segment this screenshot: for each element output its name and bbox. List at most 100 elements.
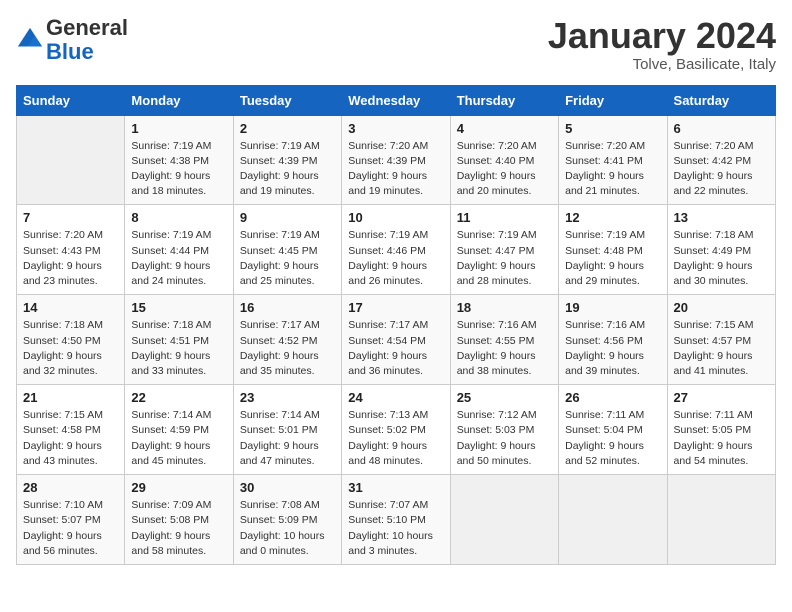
day-number: 8 (131, 210, 226, 225)
calendar-cell: 25 Sunrise: 7:12 AMSunset: 5:03 PMDayligh… (450, 385, 558, 475)
logo: General Blue (16, 16, 128, 64)
header: General Blue January 2024 Tolve, Basilic… (16, 16, 776, 73)
calendar-cell: 30 Sunrise: 7:08 AMSunset: 5:09 PMDayligh… (233, 475, 341, 565)
day-number: 31 (348, 480, 443, 495)
day-number: 16 (240, 300, 335, 315)
day-number: 13 (674, 210, 769, 225)
day-info: Sunrise: 7:07 AMSunset: 5:10 PMDaylight:… (348, 498, 443, 559)
calendar-cell: 16 Sunrise: 7:17 AMSunset: 4:52 PMDayligh… (233, 295, 341, 385)
month-title: January 2024 (548, 16, 776, 56)
day-info: Sunrise: 7:20 AMSunset: 4:40 PMDaylight:… (457, 139, 552, 200)
logo-blue-text: Blue (46, 39, 94, 64)
weekday-header-monday: Monday (125, 85, 233, 115)
calendar-cell: 13 Sunrise: 7:18 AMSunset: 4:49 PMDayligh… (667, 205, 775, 295)
calendar-cell: 17 Sunrise: 7:17 AMSunset: 4:54 PMDayligh… (342, 295, 450, 385)
weekday-header-row: SundayMondayTuesdayWednesdayThursdayFrid… (17, 85, 776, 115)
calendar-cell: 24Sunrise: 7:13 AMSunset: 5:02 PMDayligh… (342, 385, 450, 475)
day-info: Sunrise: 7:08 AMSunset: 5:09 PMDaylight:… (240, 498, 335, 559)
day-info: Sunrise: 7:14 AMSunset: 4:59 PMDaylight:… (131, 408, 226, 469)
calendar-cell (17, 115, 125, 205)
day-info: Sunrise: 7:11 AMSunset: 5:04 PMDaylight:… (565, 408, 660, 469)
day-number: 18 (457, 300, 552, 315)
day-info: Sunrise: 7:12 AMSunset: 5:03 PMDaylight:… (457, 408, 552, 469)
day-info: Sunrise: 7:18 AMSunset: 4:51 PMDaylight:… (131, 318, 226, 379)
day-info: Sunrise: 7:15 AMSunset: 4:57 PMDaylight:… (674, 318, 769, 379)
calendar-cell: 12Sunrise: 7:19 AMSunset: 4:48 PMDayligh… (559, 205, 667, 295)
calendar-cell: 2Sunrise: 7:19 AMSunset: 4:39 PMDaylight… (233, 115, 341, 205)
day-info: Sunrise: 7:18 AMSunset: 4:50 PMDaylight:… (23, 318, 118, 379)
day-number: 10 (348, 210, 443, 225)
day-info: Sunrise: 7:11 AMSunset: 5:05 PMDaylight:… (674, 408, 769, 469)
calendar-cell: 27 Sunrise: 7:11 AMSunset: 5:05 PMDayligh… (667, 385, 775, 475)
calendar-cell: 28 Sunrise: 7:10 AMSunset: 5:07 PMDayligh… (17, 475, 125, 565)
day-info: Sunrise: 7:18 AMSunset: 4:49 PMDaylight:… (674, 228, 769, 289)
day-info: Sunrise: 7:17 AMSunset: 4:52 PMDaylight:… (240, 318, 335, 379)
day-info: Sunrise: 7:20 AMSunset: 4:39 PMDaylight:… (348, 139, 443, 200)
day-number: 19 (565, 300, 660, 315)
day-info: Sunrise: 7:20 AMSunset: 4:42 PMDaylight:… (674, 139, 769, 200)
day-number: 11 (457, 210, 552, 225)
day-info: Sunrise: 7:14 AMSunset: 5:01 PMDaylight:… (240, 408, 335, 469)
calendar-cell (559, 475, 667, 565)
day-info: Sunrise: 7:16 AMSunset: 4:55 PMDaylight:… (457, 318, 552, 379)
weekday-header-wednesday: Wednesday (342, 85, 450, 115)
calendar-cell: 22 Sunrise: 7:14 AMSunset: 4:59 PMDayligh… (125, 385, 233, 475)
logo-general-text: General (46, 15, 128, 40)
day-number: 20 (674, 300, 769, 315)
weekday-header-sunday: Sunday (17, 85, 125, 115)
day-info: Sunrise: 7:15 AMSunset: 4:58 PMDaylight:… (23, 408, 118, 469)
calendar-cell: 18 Sunrise: 7:16 AMSunset: 4:55 PMDayligh… (450, 295, 558, 385)
day-number: 30 (240, 480, 335, 495)
day-info: Sunrise: 7:19 AMSunset: 4:46 PMDaylight:… (348, 228, 443, 289)
day-info: Sunrise: 7:17 AMSunset: 4:54 PMDaylight:… (348, 318, 443, 379)
weekday-header-thursday: Thursday (450, 85, 558, 115)
day-number: 6 (674, 121, 769, 136)
title-area: January 2024 Tolve, Basilicate, Italy (548, 16, 776, 73)
calendar-cell: 9 Sunrise: 7:19 AMSunset: 4:45 PMDaylight… (233, 205, 341, 295)
calendar-cell: 15 Sunrise: 7:18 AMSunset: 4:51 PMDayligh… (125, 295, 233, 385)
day-number: 25 (457, 390, 552, 405)
day-number: 22 (131, 390, 226, 405)
calendar-cell: 20 Sunrise: 7:15 AMSunset: 4:57 PMDayligh… (667, 295, 775, 385)
logo-icon (16, 26, 44, 54)
calendar-cell: 19Sunrise: 7:16 AMSunset: 4:56 PMDayligh… (559, 295, 667, 385)
day-number: 27 (674, 390, 769, 405)
day-number: 9 (240, 210, 335, 225)
day-info: Sunrise: 7:10 AMSunset: 5:07 PMDaylight:… (23, 498, 118, 559)
calendar-table: SundayMondayTuesdayWednesdayThursdayFrid… (16, 85, 776, 565)
calendar-cell: 6 Sunrise: 7:20 AMSunset: 4:42 PMDaylight… (667, 115, 775, 205)
day-number: 28 (23, 480, 118, 495)
calendar-cell: 21 Sunrise: 7:15 AMSunset: 4:58 PMDayligh… (17, 385, 125, 475)
day-info: Sunrise: 7:19 AMSunset: 4:44 PMDaylight:… (131, 228, 226, 289)
day-info: Sunrise: 7:19 AMSunset: 4:39 PMDaylight:… (240, 139, 335, 200)
calendar-cell: 1 Sunrise: 7:19 AMSunset: 4:38 PMDaylight… (125, 115, 233, 205)
calendar-cell: 26 Sunrise: 7:11 AMSunset: 5:04 PMDayligh… (559, 385, 667, 475)
calendar-week-1: 1 Sunrise: 7:19 AMSunset: 4:38 PMDaylight… (17, 115, 776, 205)
day-info: Sunrise: 7:19 AMSunset: 4:45 PMDaylight:… (240, 228, 335, 289)
day-number: 3 (348, 121, 443, 136)
day-info: Sunrise: 7:09 AMSunset: 5:08 PMDaylight:… (131, 498, 226, 559)
day-number: 26 (565, 390, 660, 405)
day-info: Sunrise: 7:20 AMSunset: 4:41 PMDaylight:… (565, 139, 660, 200)
day-number: 1 (131, 121, 226, 136)
day-number: 17 (348, 300, 443, 315)
day-number: 29 (131, 480, 226, 495)
calendar-cell: 5 Sunrise: 7:20 AMSunset: 4:41 PMDaylight… (559, 115, 667, 205)
calendar-week-4: 21 Sunrise: 7:15 AMSunset: 4:58 PMDayligh… (17, 385, 776, 475)
calendar-cell: 31 Sunrise: 7:07 AMSunset: 5:10 PMDayligh… (342, 475, 450, 565)
day-number: 24 (348, 390, 443, 405)
day-number: 23 (240, 390, 335, 405)
weekday-header-tuesday: Tuesday (233, 85, 341, 115)
day-number: 15 (131, 300, 226, 315)
calendar-cell: 23 Sunrise: 7:14 AMSunset: 5:01 PMDayligh… (233, 385, 341, 475)
calendar-cell (450, 475, 558, 565)
calendar-cell: 10 Sunrise: 7:19 AMSunset: 4:46 PMDayligh… (342, 205, 450, 295)
day-number: 7 (23, 210, 118, 225)
day-number: 21 (23, 390, 118, 405)
day-info: Sunrise: 7:19 AMSunset: 4:38 PMDaylight:… (131, 139, 226, 200)
day-info: Sunrise: 7:19 AMSunset: 4:48 PMDaylight:… (565, 228, 660, 289)
day-info: Sunrise: 7:19 AMSunset: 4:47 PMDaylight:… (457, 228, 552, 289)
calendar-cell: 4Sunrise: 7:20 AMSunset: 4:40 PMDaylight… (450, 115, 558, 205)
day-number: 5 (565, 121, 660, 136)
calendar-cell: 8 Sunrise: 7:19 AMSunset: 4:44 PMDaylight… (125, 205, 233, 295)
